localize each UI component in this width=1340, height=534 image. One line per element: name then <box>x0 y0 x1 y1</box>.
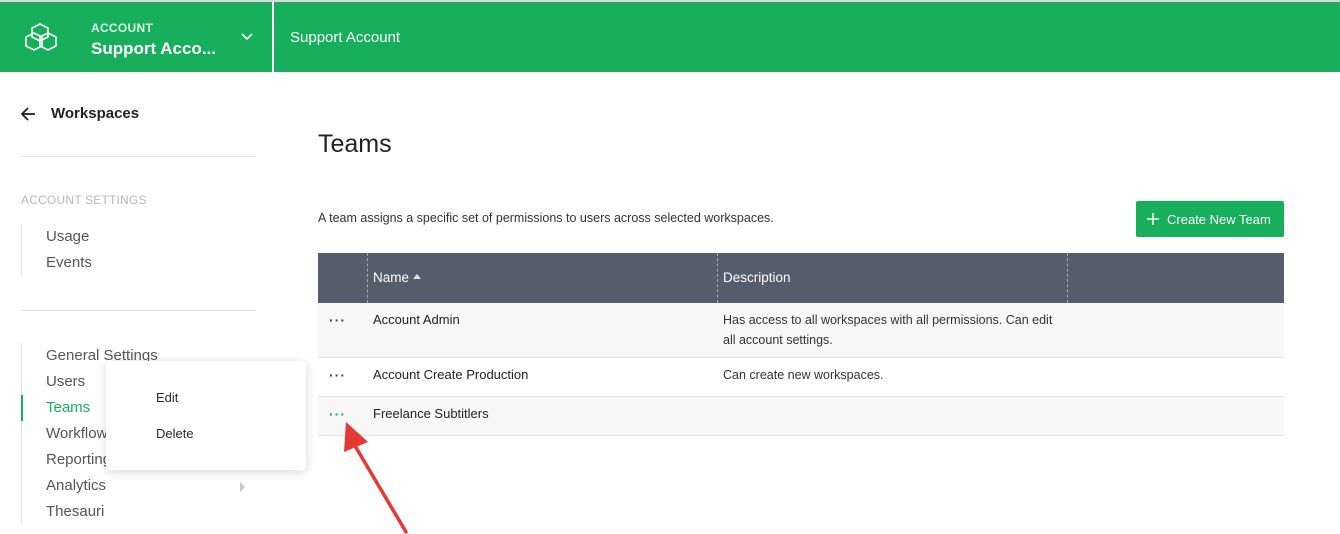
account-switcher[interactable]: ACCOUNT Support Acco... <box>0 2 274 72</box>
sort-ascending-icon <box>413 273 422 279</box>
page-description: A team assigns a specific set of permiss… <box>318 211 774 225</box>
sidebar-item-events[interactable]: Events <box>22 250 92 276</box>
chevron-down-icon[interactable] <box>240 32 254 42</box>
caret-right-icon <box>240 482 245 492</box>
sidebar-item-usage[interactable]: Usage <box>22 224 92 250</box>
header-name-label: Name <box>373 270 410 285</box>
table-row: ··· Account Admin Has access to all work… <box>318 303 1284 358</box>
page-title: Teams <box>318 130 392 158</box>
table-body: ··· Account Admin Has access to all work… <box>318 303 1284 436</box>
hexagon-logo-icon <box>25 23 57 51</box>
account-name: Support Acco... <box>91 39 216 58</box>
red-arrow-icon <box>344 422 408 534</box>
header-actions-column <box>318 253 368 303</box>
nav-group-usage: Usage Events <box>21 224 92 276</box>
sidebar-item-analytics[interactable]: Analytics <box>22 473 158 499</box>
menu-item-edit[interactable]: Edit <box>106 380 178 416</box>
table-row: ··· Freelance Subtitlers <box>318 397 1284 436</box>
header-description-label: Description <box>723 270 791 285</box>
divider <box>21 310 256 311</box>
create-new-team-button[interactable]: Create New Team <box>1136 201 1284 237</box>
teams-table: Name Description ··· Account Admin Has a… <box>318 253 1284 436</box>
back-label: Workspaces <box>51 105 140 122</box>
header-title: Support Account <box>290 29 401 46</box>
account-label: ACCOUNT <box>91 21 154 35</box>
header-name[interactable]: Name <box>368 253 718 303</box>
team-name: Account Admin <box>373 312 460 327</box>
menu-item-delete[interactable]: Delete <box>106 416 194 452</box>
row-actions-button[interactable]: ··· <box>329 367 346 383</box>
team-name: Account Create Production <box>373 367 529 382</box>
create-button-label: Create New Team <box>1167 211 1271 227</box>
table-header: Name Description <box>318 253 1284 303</box>
arrow-left-icon <box>20 106 35 121</box>
section-label: ACCOUNT SETTINGS <box>21 193 147 207</box>
top-bar: ACCOUNT Support Acco... Support Account <box>0 0 1340 72</box>
row-actions-button[interactable]: ··· <box>329 312 346 328</box>
sidebar-item-thesauri[interactable]: Thesauri <box>22 499 158 525</box>
back-to-workspaces-link[interactable]: Workspaces <box>20 105 139 122</box>
team-description: Can create new workspaces. <box>723 368 884 382</box>
team-description: Has access to all workspaces with all pe… <box>723 313 1053 347</box>
header-description: Description <box>718 253 1068 303</box>
table-row: ··· Account Create Production Can create… <box>318 358 1284 397</box>
divider <box>21 156 256 157</box>
row-context-menu: Edit Delete <box>106 361 306 470</box>
plus-icon <box>1147 213 1159 225</box>
